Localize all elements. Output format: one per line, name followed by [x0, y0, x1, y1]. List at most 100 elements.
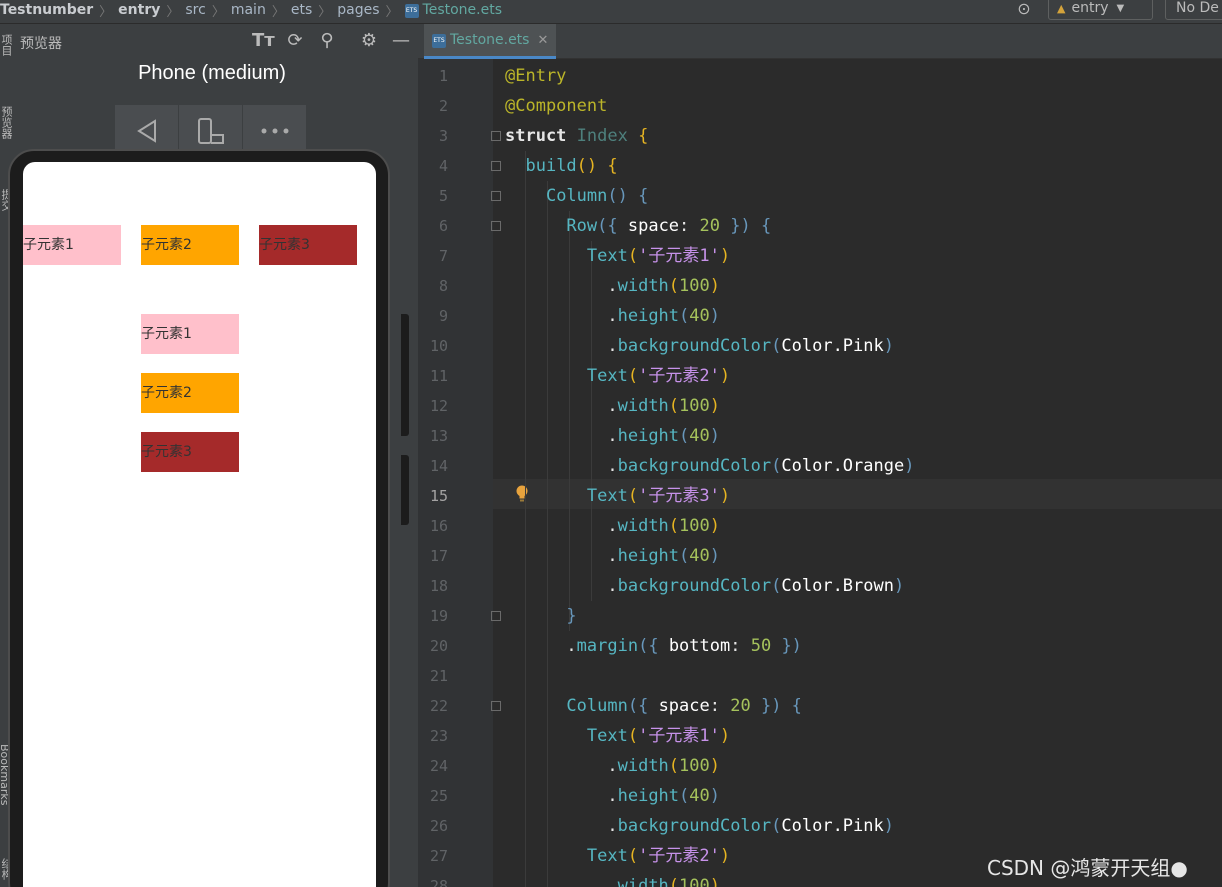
- line-number: 17: [429, 547, 448, 565]
- line-number: 28: [429, 877, 448, 887]
- code-line[interactable]: @Entry: [505, 61, 566, 91]
- fold-marker-icon[interactable]: [491, 221, 501, 231]
- line-number: 20: [429, 637, 448, 655]
- device-dropdown[interactable]: No De: [1165, 0, 1222, 20]
- chevron-right-icon: 〉: [385, 4, 399, 20]
- code-token: margin: [576, 636, 639, 656]
- target-icon[interactable]: ⊙: [1015, 0, 1033, 18]
- font-size-icon[interactable]: Tт: [252, 30, 275, 51]
- code-token: {: [638, 126, 649, 146]
- column-child-2-label: 子元素2: [141, 385, 192, 401]
- code-line[interactable]: @Component: [505, 91, 607, 121]
- minimize-icon[interactable]: —: [390, 30, 412, 51]
- code-line[interactable]: .height(40): [505, 781, 720, 811]
- column-child-1-label: 子元素1: [141, 326, 192, 342]
- breadcrumb-file[interactable]: Testone.ets: [423, 2, 502, 18]
- line-number: 14: [429, 457, 448, 475]
- back-icon: [136, 118, 156, 143]
- code-line[interactable]: Text('子元素1'): [505, 721, 730, 751]
- code-token: Column: [545, 186, 608, 206]
- line-number: 9: [438, 307, 448, 325]
- code-token: (: [627, 726, 639, 746]
- code-line[interactable]: build() {: [505, 151, 617, 181]
- code-line[interactable]: .backgroundColor(Color.Pink): [505, 811, 894, 841]
- code-line[interactable]: Column({ space: 20 }) {: [505, 691, 801, 721]
- settings-icon[interactable]: ⚙: [358, 30, 380, 51]
- code-line[interactable]: Text('子元素3'): [505, 481, 730, 511]
- code-line[interactable]: }: [505, 601, 577, 631]
- code-line[interactable]: .margin({ bottom: 50 }): [505, 631, 802, 661]
- code-line[interactable]: .height(40): [505, 421, 720, 451]
- code-token: Text: [586, 486, 628, 506]
- line-number: 22: [429, 697, 448, 715]
- code-line[interactable]: Text('子元素2'): [505, 841, 730, 871]
- code-line[interactable]: .width(100): [505, 751, 720, 781]
- code-line[interactable]: Column() {: [505, 181, 648, 211]
- code-line[interactable]: .backgroundColor(Color.Pink): [505, 331, 894, 361]
- breadcrumb-main[interactable]: main: [231, 2, 266, 18]
- code-token: Text: [586, 246, 628, 266]
- code-token: 40: [689, 426, 710, 446]
- navigation-bar: Testnumber 〉 entry 〉 src 〉 main 〉 ets 〉 …: [0, 0, 1222, 24]
- code-token: ): [719, 246, 731, 266]
- code-token: .: [607, 546, 618, 566]
- breadcrumb-pages[interactable]: pages: [337, 2, 379, 18]
- chevron-right-icon: 〉: [271, 4, 285, 20]
- code-token: Index: [576, 126, 639, 146]
- code-token: :: [730, 636, 751, 656]
- code-token: width: [617, 396, 669, 416]
- line-number-gutter: 1 2 3 4 5 6 7 8 9 10 11 12 13 14 15 16 17 18 19 20 21 22 23 24 2…: [418, 59, 501, 887]
- code-line[interactable]: Text('子元素1'): [505, 241, 730, 271]
- inspector-icon[interactable]: ⚲: [316, 30, 338, 51]
- fold-marker-icon[interactable]: [491, 191, 501, 201]
- fold-marker-icon[interactable]: [491, 611, 501, 621]
- code-line[interactable]: .backgroundColor(Color.Orange): [505, 451, 914, 481]
- code-token: build: [525, 156, 577, 176]
- code-token: Color.Pink: [781, 336, 884, 356]
- code-token: space: [658, 696, 710, 716]
- breadcrumb-project[interactable]: Testnumber: [0, 2, 93, 18]
- fold-marker-icon[interactable]: [491, 131, 501, 141]
- code-token: 100: [679, 516, 710, 536]
- fold-marker-icon[interactable]: [491, 701, 501, 711]
- line-number: 1: [438, 67, 448, 85]
- code-line[interactable]: Text('子元素2'): [505, 361, 730, 391]
- code-line[interactable]: struct Index {: [505, 121, 648, 151]
- breadcrumb-src[interactable]: src: [185, 2, 205, 18]
- code-line[interactable]: .height(40): [505, 541, 720, 571]
- breadcrumb-ets[interactable]: ets: [291, 2, 312, 18]
- code-line[interactable]: .width(100): [505, 391, 720, 421]
- code-token: '子元素1': [638, 726, 720, 746]
- code-line[interactable]: Row({ space: 20 }) {: [505, 211, 771, 241]
- code-line[interactable]: .height(40): [505, 301, 720, 331]
- code-line[interactable]: .width(100): [505, 871, 720, 887]
- code-token: }: [566, 606, 577, 626]
- chevron-down-icon: ▼: [1116, 2, 1125, 14]
- code-token: ): [719, 846, 731, 866]
- row-child-3: 子元素3: [259, 225, 357, 265]
- refresh-icon[interactable]: ⟳: [284, 30, 306, 51]
- code-token: .: [607, 756, 618, 776]
- code-token: ): [709, 546, 721, 566]
- code-token: :: [709, 696, 731, 716]
- tab-testone[interactable]: ETS Testone.ets ✕: [424, 24, 557, 59]
- device-name: Phone (medium): [138, 62, 286, 84]
- fold-marker-icon[interactable]: [491, 161, 501, 171]
- code-line[interactable]: .backgroundColor(Color.Brown): [505, 571, 904, 601]
- run-config-dropdown[interactable]: ▲ entry ▼: [1048, 0, 1153, 20]
- previewer-header: 预览器 Tт ⟳ ⚲ ⚙ —: [12, 24, 418, 60]
- close-icon[interactable]: ✕: [537, 33, 548, 48]
- code-area[interactable]: @Entry @Component struct Index { build() {…: [505, 59, 1222, 887]
- code-token: Column: [566, 696, 628, 716]
- line-number: 27: [429, 847, 448, 865]
- code-token: @Entry: [505, 66, 567, 86]
- code-token: 40: [689, 786, 710, 806]
- breadcrumb-module[interactable]: entry: [118, 2, 160, 18]
- code-line[interactable]: .width(100): [505, 511, 720, 541]
- code-line[interactable]: .width(100): [505, 271, 720, 301]
